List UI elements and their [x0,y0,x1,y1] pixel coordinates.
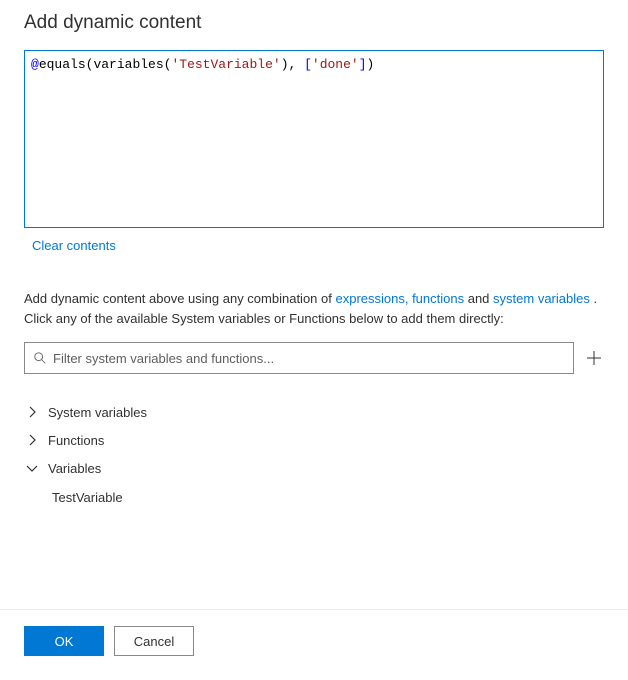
search-icon [33,351,47,365]
category-label: Functions [48,433,104,448]
chevron-right-icon [24,432,40,448]
help-text: Add dynamic content above using any comb… [24,289,604,328]
chevron-right-icon [24,404,40,420]
category-functions[interactable]: Functions [24,426,604,454]
category-label: Variables [48,461,101,476]
panel-title: Add dynamic content [24,12,604,34]
expression-code: @equals(variables('TestVariable'), ['don… [31,55,597,75]
expressions-functions-link[interactable]: expressions, functions [335,291,464,306]
dialog-footer: OK Cancel [0,609,628,656]
chevron-down-icon [24,460,40,476]
cancel-button[interactable]: Cancel [114,626,194,656]
filter-input[interactable] [53,351,565,366]
category-system-variables[interactable]: System variables [24,398,604,426]
plus-icon [586,350,602,366]
ok-button[interactable]: OK [24,626,104,656]
filter-input-container[interactable] [24,342,574,374]
variable-item[interactable]: TestVariable [24,482,604,513]
category-variables[interactable]: Variables [24,454,604,482]
category-label: System variables [48,405,147,420]
system-variables-link[interactable]: system variables [493,291,590,306]
clear-contents-link[interactable]: Clear contents [32,238,116,253]
expression-editor[interactable]: @equals(variables('TestVariable'), ['don… [24,50,604,228]
add-button[interactable] [584,348,604,368]
